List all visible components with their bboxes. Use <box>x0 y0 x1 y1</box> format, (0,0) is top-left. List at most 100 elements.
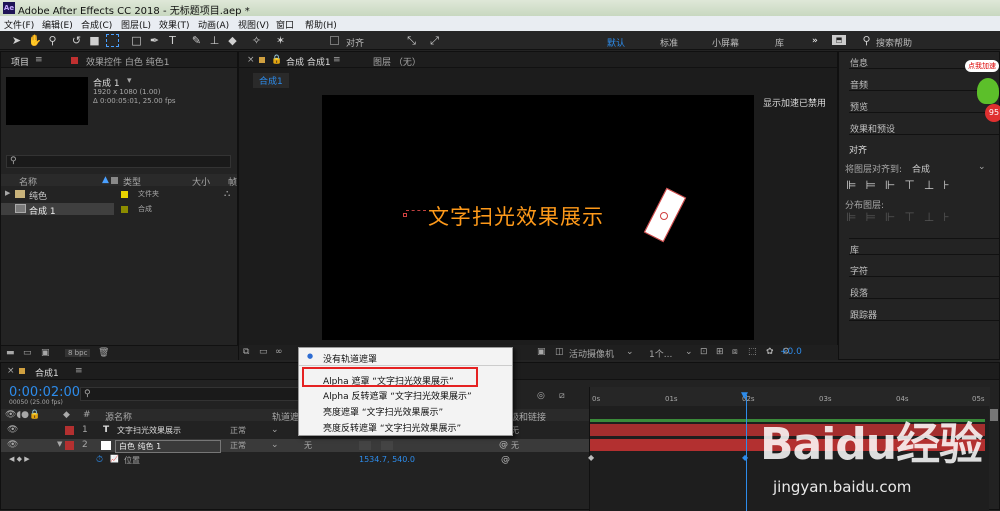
label-header-icon[interactable]: ◆ <box>63 410 70 420</box>
new-folder-icon[interactable]: ▭ <box>23 348 32 358</box>
workspace-standard[interactable]: 标准 <box>660 36 678 49</box>
render-icon[interactable]: ⧈ <box>732 347 738 357</box>
pen-tool-icon[interactable]: ✒ <box>148 34 161 47</box>
toggle-transparency-icon[interactable]: ⊡ <box>700 347 708 357</box>
menu-item-no-matte[interactable]: 没有轨道遮罩 <box>323 352 377 365</box>
panel-library[interactable]: 库 <box>849 238 999 256</box>
workspace-small-screen[interactable]: 小屏幕 <box>712 36 739 49</box>
tab-effect-controls[interactable]: 效果控件 白色 纯色1 <box>86 55 169 68</box>
pan-behind-tool-icon[interactable] <box>106 34 119 47</box>
eye-icon[interactable]: 👁 <box>7 425 18 435</box>
close-icon[interactable]: × <box>247 55 255 65</box>
snapshot-icon[interactable]: ▣ <box>537 347 546 357</box>
comp-canvas[interactable]: 文字扫光效果展示 <box>322 95 754 340</box>
col-extra[interactable]: 帧 <box>228 175 237 188</box>
label-color[interactable] <box>65 426 74 435</box>
roi-icon[interactable]: ◫ <box>555 347 564 357</box>
panel-tracker[interactable]: 跟踪器 <box>849 304 999 321</box>
flowchart-icon[interactable]: ⬚ <box>748 347 757 357</box>
keyframe-icon[interactable]: ◆ <box>588 453 594 462</box>
current-time[interactable]: 0:00:02:00 <box>9 385 80 400</box>
layer-name[interactable]: 白色 纯色 1 <box>115 440 221 453</box>
camera-dropdown[interactable]: 活动摄像机 <box>569 347 614 360</box>
time-ruler[interactable] <box>590 387 990 406</box>
expression-icon[interactable]: @ <box>501 455 510 465</box>
panel-effects-presets[interactable]: 效果和预设 <box>849 118 999 135</box>
puppet-tool-icon[interactable]: ✶ <box>274 34 287 47</box>
scrollbar[interactable] <box>990 409 998 421</box>
tab-composition[interactable]: 合成 合成1 <box>286 55 331 68</box>
menu-item-luma-matte[interactable]: 亮度遮罩 “文字扫光效果展示” <box>323 405 443 418</box>
pickwhip-icon[interactable]: @ <box>499 440 508 450</box>
label-color[interactable] <box>121 206 128 213</box>
menu-window[interactable]: 窗口 <box>276 18 294 31</box>
align-buttons[interactable]: ⊫⊨⊩⊤⊥⊦ <box>846 178 986 194</box>
snap-options-icon[interactable]: ⤢ <box>428 34 441 47</box>
chevron-down-icon[interactable]: ⌄ <box>978 162 986 172</box>
panel-preview[interactable]: 预览 <box>849 96 999 113</box>
type-tool-icon[interactable]: T <box>166 34 179 47</box>
playhead[interactable] <box>746 395 747 511</box>
hand-tool-icon[interactable]: ✋ <box>28 34 42 47</box>
col-name[interactable]: 名称 <box>19 175 37 188</box>
tab-project[interactable]: 项目 <box>11 55 29 68</box>
exposure-value[interactable]: +0.0 <box>780 347 802 357</box>
table-row[interactable]: 👁 ▼ 2 白色 纯色 1 正常 ⌄ 无 @ 无 <box>1 439 589 453</box>
chevron-down-icon[interactable]: ⌄ <box>271 425 279 435</box>
menu-layer[interactable]: 图层(L) <box>121 18 151 31</box>
menu-animation[interactable]: 动画(A) <box>198 18 229 31</box>
brush-tool-icon[interactable]: ✎ <box>190 34 203 47</box>
track-matte-dropdown[interactable]: 无 <box>304 440 312 451</box>
monitor-icon[interactable]: ▭ <box>259 347 268 357</box>
snap-icon[interactable]: ⤡ <box>405 34 418 47</box>
comp-dropdown-icon[interactable]: ▾ <box>127 76 132 86</box>
panel-paragraph[interactable]: 段落 <box>849 282 999 299</box>
menu-composition[interactable]: 合成(C) <box>81 18 112 31</box>
mode-dropdown[interactable]: 正常 <box>230 440 246 451</box>
new-comp-icon[interactable]: ▣ <box>41 348 50 358</box>
label-col-icon[interactable] <box>111 177 118 184</box>
distribute-buttons[interactable]: ⊫⊨⊩⊤⊥⊦ <box>846 210 986 226</box>
graph-icon[interactable]: 📈 <box>110 455 119 463</box>
tab-layer[interactable]: 图层 （无） <box>373 55 421 68</box>
lock-icon[interactable]: 🔒 <box>271 55 282 65</box>
property-row[interactable]: ◀ ◆ ▶ ⏱ 📈 位置 1534.7, 540.0 @ <box>1 454 589 466</box>
label-color[interactable] <box>65 441 74 450</box>
rectangle-tool-icon[interactable]: □ <box>130 34 143 47</box>
eye-icon[interactable]: 👁 <box>7 440 18 450</box>
roto-brush-tool-icon[interactable]: ✧ <box>250 34 263 47</box>
timeline-search-input[interactable]: ⚲ <box>80 387 300 401</box>
anchor-point-icon[interactable] <box>660 212 668 220</box>
trash-icon[interactable]: 🗑 <box>98 348 109 358</box>
panel-menu-icon[interactable]: ≡ <box>35 55 43 65</box>
layer-name[interactable]: 文字扫光效果展示 <box>117 425 181 436</box>
playhead-handle-icon[interactable]: ▼ <box>741 391 748 401</box>
align-checkbox[interactable] <box>330 36 339 45</box>
views-dropdown[interactable]: 1个... <box>649 347 672 360</box>
switch-icon[interactable] <box>381 441 393 450</box>
menu-effect[interactable]: 效果(T) <box>159 18 190 31</box>
bpc-button[interactable]: 8 bpc <box>65 349 91 357</box>
workspace-library[interactable]: 库 <box>775 36 784 49</box>
col-type[interactable]: 类型 <box>123 175 141 188</box>
search-help-input[interactable]: 搜索帮助 <box>876 36 912 49</box>
panel-menu-icon[interactable]: ≡ <box>333 55 341 65</box>
rotate-tool-icon[interactable]: ↺ <box>70 34 83 47</box>
workspace-default[interactable]: 默认 <box>607 36 625 49</box>
property-value[interactable]: 1534.7, 540.0 <box>359 455 415 464</box>
grid-icon[interactable]: ⊞ <box>716 347 724 357</box>
search-icon[interactable]: ⚲ <box>860 34 873 47</box>
stopwatch-icon[interactable]: ⏱ <box>96 455 103 465</box>
col-size[interactable]: 大小 <box>192 175 210 188</box>
menu-item-luma-inverted-matte[interactable]: 亮度反转遮罩 “文字扫光效果展示” <box>323 421 461 434</box>
align-to-dropdown[interactable]: 合成 <box>912 162 988 175</box>
chevron-down-icon[interactable]: ⌄ <box>685 347 693 357</box>
workspace-more-icon[interactable]: » <box>812 36 818 46</box>
list-item[interactable]: ▶ 纯色 文件夹 ⛬ <box>1 188 237 202</box>
panel-character[interactable]: 字符 <box>849 260 999 277</box>
switch-icon[interactable] <box>359 441 371 450</box>
expand-arrow-icon[interactable]: ▶ <box>5 189 10 197</box>
settings-icon[interactable]: ✿ <box>766 347 774 357</box>
parent-dropdown[interactable]: 无 <box>511 440 519 451</box>
mode-dropdown[interactable]: 正常 <box>230 425 246 436</box>
